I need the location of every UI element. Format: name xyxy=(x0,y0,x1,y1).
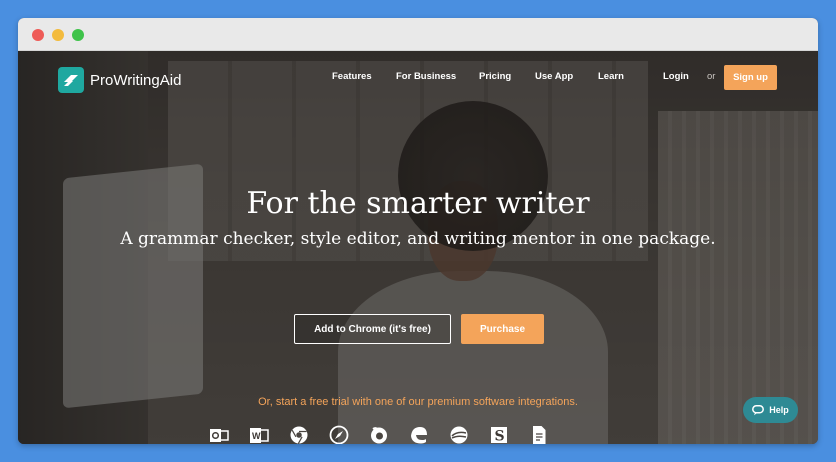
google-docs-icon[interactable] xyxy=(528,424,550,444)
login-link[interactable]: Login xyxy=(663,71,689,82)
nav-for-business[interactable]: For Business xyxy=(396,71,456,82)
site-logo[interactable]: ProWritingAid xyxy=(58,67,181,93)
logo-text: ProWritingAid xyxy=(90,71,182,89)
hero-headline: For the smarter writer xyxy=(246,186,590,221)
svg-text:W: W xyxy=(252,431,261,441)
outlook-icon[interactable] xyxy=(208,424,230,444)
help-button[interactable]: Help xyxy=(743,397,798,423)
maximize-window-button[interactable] xyxy=(72,29,84,41)
svg-text:S: S xyxy=(495,429,505,445)
minimize-window-button[interactable] xyxy=(52,29,64,41)
logo-icon xyxy=(58,67,84,93)
close-window-button[interactable] xyxy=(32,29,44,41)
nav-features[interactable]: Features xyxy=(332,71,372,82)
word-icon[interactable]: W xyxy=(248,424,270,444)
nav-pricing[interactable]: Pricing xyxy=(479,71,511,82)
chrome-icon[interactable] xyxy=(288,424,310,444)
help-label: Help xyxy=(769,405,789,415)
free-trial-text: Or, start a free trial with one of our p… xyxy=(258,396,578,408)
signup-button[interactable]: Sign up xyxy=(724,65,777,90)
nav-use-app[interactable]: Use App xyxy=(535,71,573,82)
browser-window: ProWritingAid Features For Business Pric… xyxy=(18,18,818,444)
chat-bubble-icon xyxy=(752,404,765,415)
openoffice-icon[interactable] xyxy=(448,424,470,444)
hero-subhead: A grammar checker, style editor, and wri… xyxy=(120,229,716,249)
integrations-list: W S xyxy=(208,424,550,444)
window-titlebar xyxy=(18,18,818,51)
nav-or-text: or xyxy=(707,71,716,82)
safari-icon[interactable] xyxy=(328,424,350,444)
nav-learn[interactable]: Learn xyxy=(598,71,624,82)
hero-section: ProWritingAid Features For Business Pric… xyxy=(18,51,818,444)
scrivener-icon[interactable]: S xyxy=(488,424,510,444)
add-to-chrome-button[interactable]: Add to Chrome (it's free) xyxy=(294,314,451,344)
edge-icon[interactable] xyxy=(408,424,430,444)
firefox-icon[interactable] xyxy=(368,424,390,444)
purchase-button[interactable]: Purchase xyxy=(461,314,544,344)
